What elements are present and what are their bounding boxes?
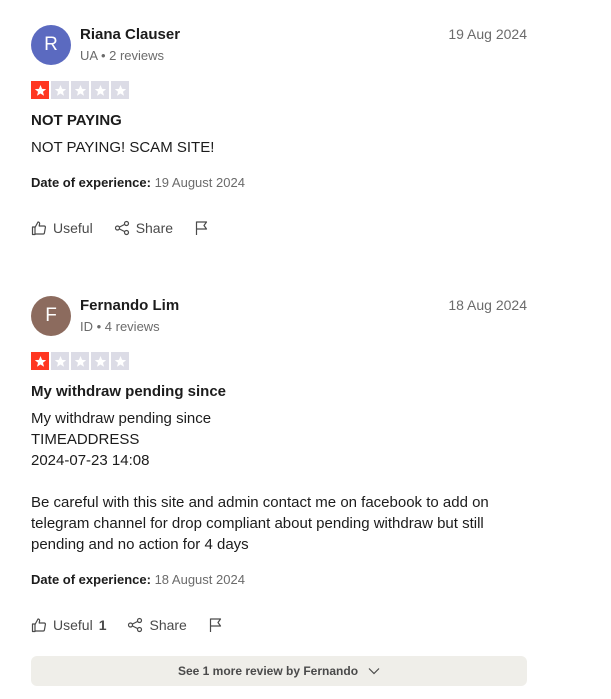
review-body: NOT PAYING! SCAM SITE! <box>31 139 215 156</box>
useful-label: Useful <box>53 617 93 633</box>
star-icon <box>111 352 129 370</box>
report-button[interactable] <box>208 617 224 633</box>
star-icon <box>91 352 109 370</box>
flag-icon <box>194 220 210 236</box>
review-title[interactable]: My withdraw pending since <box>31 383 226 400</box>
star-rating <box>31 81 129 99</box>
avatar[interactable]: F <box>31 296 71 336</box>
review-body: My withdraw pending since TIMEADDRESS 20… <box>31 410 489 553</box>
star-icon <box>111 81 129 99</box>
star-rating <box>31 352 129 370</box>
thumbs-up-icon <box>31 220 47 236</box>
see-more-label: See 1 more review by Fernando <box>177 664 359 678</box>
reviewer-name[interactable]: Fernando Lim <box>80 297 179 314</box>
useful-button[interactable]: Useful <box>31 220 93 236</box>
star-icon <box>31 352 49 370</box>
star-icon <box>51 81 69 99</box>
useful-label: Useful <box>53 220 93 236</box>
date-of-experience-value: 18 August 2024 <box>154 572 245 587</box>
review-card: F Fernando Lim ID • 4 reviews 18 Aug 202… <box>31 296 527 646</box>
date-of-experience: Date of experience: 18 August 2024 <box>31 572 245 587</box>
thumbs-up-icon <box>31 617 47 633</box>
star-icon <box>91 81 109 99</box>
star-icon <box>71 81 89 99</box>
share-button[interactable]: Share <box>127 617 187 633</box>
star-icon <box>31 81 49 99</box>
report-button[interactable] <box>194 220 210 236</box>
share-label: Share <box>149 617 187 633</box>
avatar-initial: F <box>45 305 57 326</box>
reviewer-name[interactable]: Riana Clauser <box>80 26 180 43</box>
review-title[interactable]: NOT PAYING <box>31 112 122 129</box>
avatar-initial: R <box>44 34 58 55</box>
date-of-experience-label: Date of experience: <box>31 175 151 190</box>
avatar[interactable]: R <box>31 25 71 65</box>
review-date: 19 Aug 2024 <box>448 26 527 42</box>
star-icon <box>51 352 69 370</box>
useful-count: 1 <box>98 617 107 633</box>
date-of-experience-value: 19 August 2024 <box>154 175 245 190</box>
useful-button[interactable]: Useful 1 <box>31 617 106 633</box>
share-icon <box>127 617 143 633</box>
reviewer-meta: ID • 4 reviews <box>80 319 160 334</box>
flag-icon <box>208 617 224 633</box>
see-more-reviews-button[interactable]: See 1 more review by Fernando <box>31 656 527 686</box>
star-icon <box>71 352 89 370</box>
share-icon <box>114 220 130 236</box>
review-actions: Useful 1 Share <box>31 617 224 633</box>
date-of-experience: Date of experience: 19 August 2024 <box>31 175 245 190</box>
share-button[interactable]: Share <box>114 220 173 236</box>
share-label: Share <box>135 220 174 236</box>
chevron-down-icon <box>368 664 380 678</box>
reviewer-meta: UA • 2 reviews <box>80 48 165 63</box>
review-card: R Riana Clauser UA • 2 reviews 19 Aug 20… <box>31 25 527 250</box>
review-date: 18 Aug 2024 <box>448 297 527 313</box>
review-actions: Useful Share <box>31 220 210 236</box>
date-of-experience-label: Date of experience: <box>31 572 151 587</box>
